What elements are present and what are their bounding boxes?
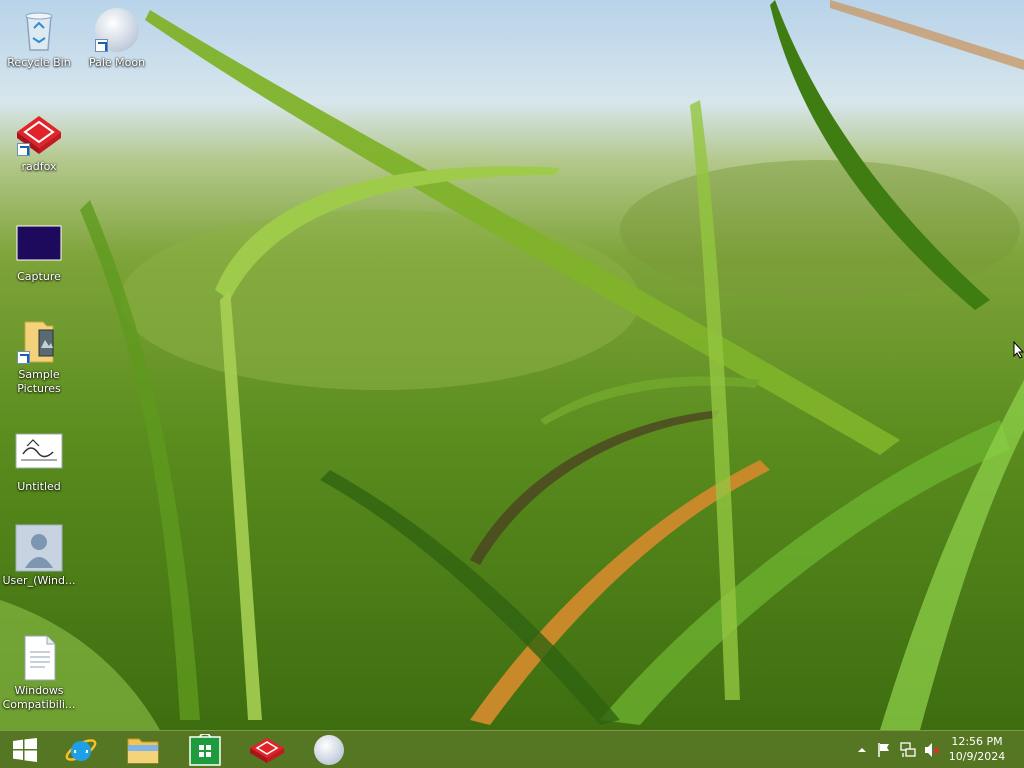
network-icon[interactable] — [900, 742, 916, 758]
desktop-icon-capture[interactable]: Capture — [0, 220, 78, 284]
show-hidden-icons-chevron[interactable] — [854, 742, 870, 758]
pale-moon-icon — [314, 735, 344, 765]
shortcut-arrow-icon — [17, 351, 30, 364]
internet-explorer-icon — [65, 739, 97, 761]
radfox-icon — [250, 738, 284, 763]
desktop-icon-label: Untitled — [17, 480, 61, 493]
desktop-icon-pale-moon[interactable]: Pale Moon — [78, 6, 156, 70]
user-icon — [15, 524, 63, 572]
desktop-icon-user[interactable]: User_(Wind... — [0, 524, 78, 588]
desktop-icon-label: radfox — [21, 160, 57, 173]
radfox-icon — [15, 110, 63, 158]
desktop-icon-windows-compatibility[interactable]: Windows Compatibili... — [0, 634, 78, 712]
mouse-cursor-icon — [1013, 341, 1024, 359]
pale-moon-icon — [93, 6, 141, 54]
taskbar-pinned-radfox[interactable] — [238, 731, 296, 768]
taskbar-pinned-internet-explorer[interactable] — [52, 731, 110, 768]
capture-image-icon — [15, 220, 63, 268]
desktop-icon-label: Capture — [17, 270, 61, 283]
taskbar-pinned-pale-moon[interactable] — [300, 731, 358, 768]
desktop-icon-label: User_(Wind... — [2, 574, 76, 587]
desktop-icon-sample-pictures[interactable]: Sample Pictures — [0, 318, 78, 396]
desktop-icon-recycle-bin[interactable]: Recycle Bin — [0, 6, 78, 70]
paint-image-icon — [15, 430, 63, 478]
desktop-icon-label: Sample Pictures — [17, 368, 61, 395]
store-icon — [189, 734, 221, 766]
taskbar-pinned-file-explorer[interactable] — [114, 731, 172, 768]
windows-start-icon — [13, 738, 37, 762]
desktop-icon-label: Recycle Bin — [7, 56, 71, 69]
desktop-icon-radfox[interactable]: radfox — [0, 110, 78, 174]
taskbar-pinned-store[interactable] — [176, 731, 234, 768]
action-center-flag-icon[interactable] — [876, 742, 892, 758]
shortcut-arrow-icon — [17, 143, 30, 156]
taskbar-clock[interactable]: 12:56 PM 10/9/2024 — [942, 734, 1012, 764]
desktop-icon-label: Pale Moon — [88, 56, 146, 69]
desktop-wallpaper — [0, 0, 1024, 730]
taskbar: 12:56 PM 10/9/2024 — [0, 730, 1024, 768]
folder-icon — [15, 318, 63, 366]
shortcut-arrow-icon — [95, 39, 108, 52]
recycle-bin-icon — [15, 6, 63, 54]
start-button[interactable] — [0, 731, 50, 768]
file-explorer-icon — [127, 738, 159, 764]
desktop-icon-label: Windows Compatibili... — [2, 684, 76, 711]
system-tray: 12:56 PM 10/9/2024 — [844, 731, 1024, 768]
volume-muted-icon[interactable] — [924, 742, 940, 758]
clock-time: 12:56 PM — [951, 735, 1003, 748]
document-icon — [15, 634, 63, 682]
clock-date: 10/9/2024 — [948, 750, 1006, 763]
desktop-icon-untitled[interactable]: Untitled — [0, 430, 78, 494]
